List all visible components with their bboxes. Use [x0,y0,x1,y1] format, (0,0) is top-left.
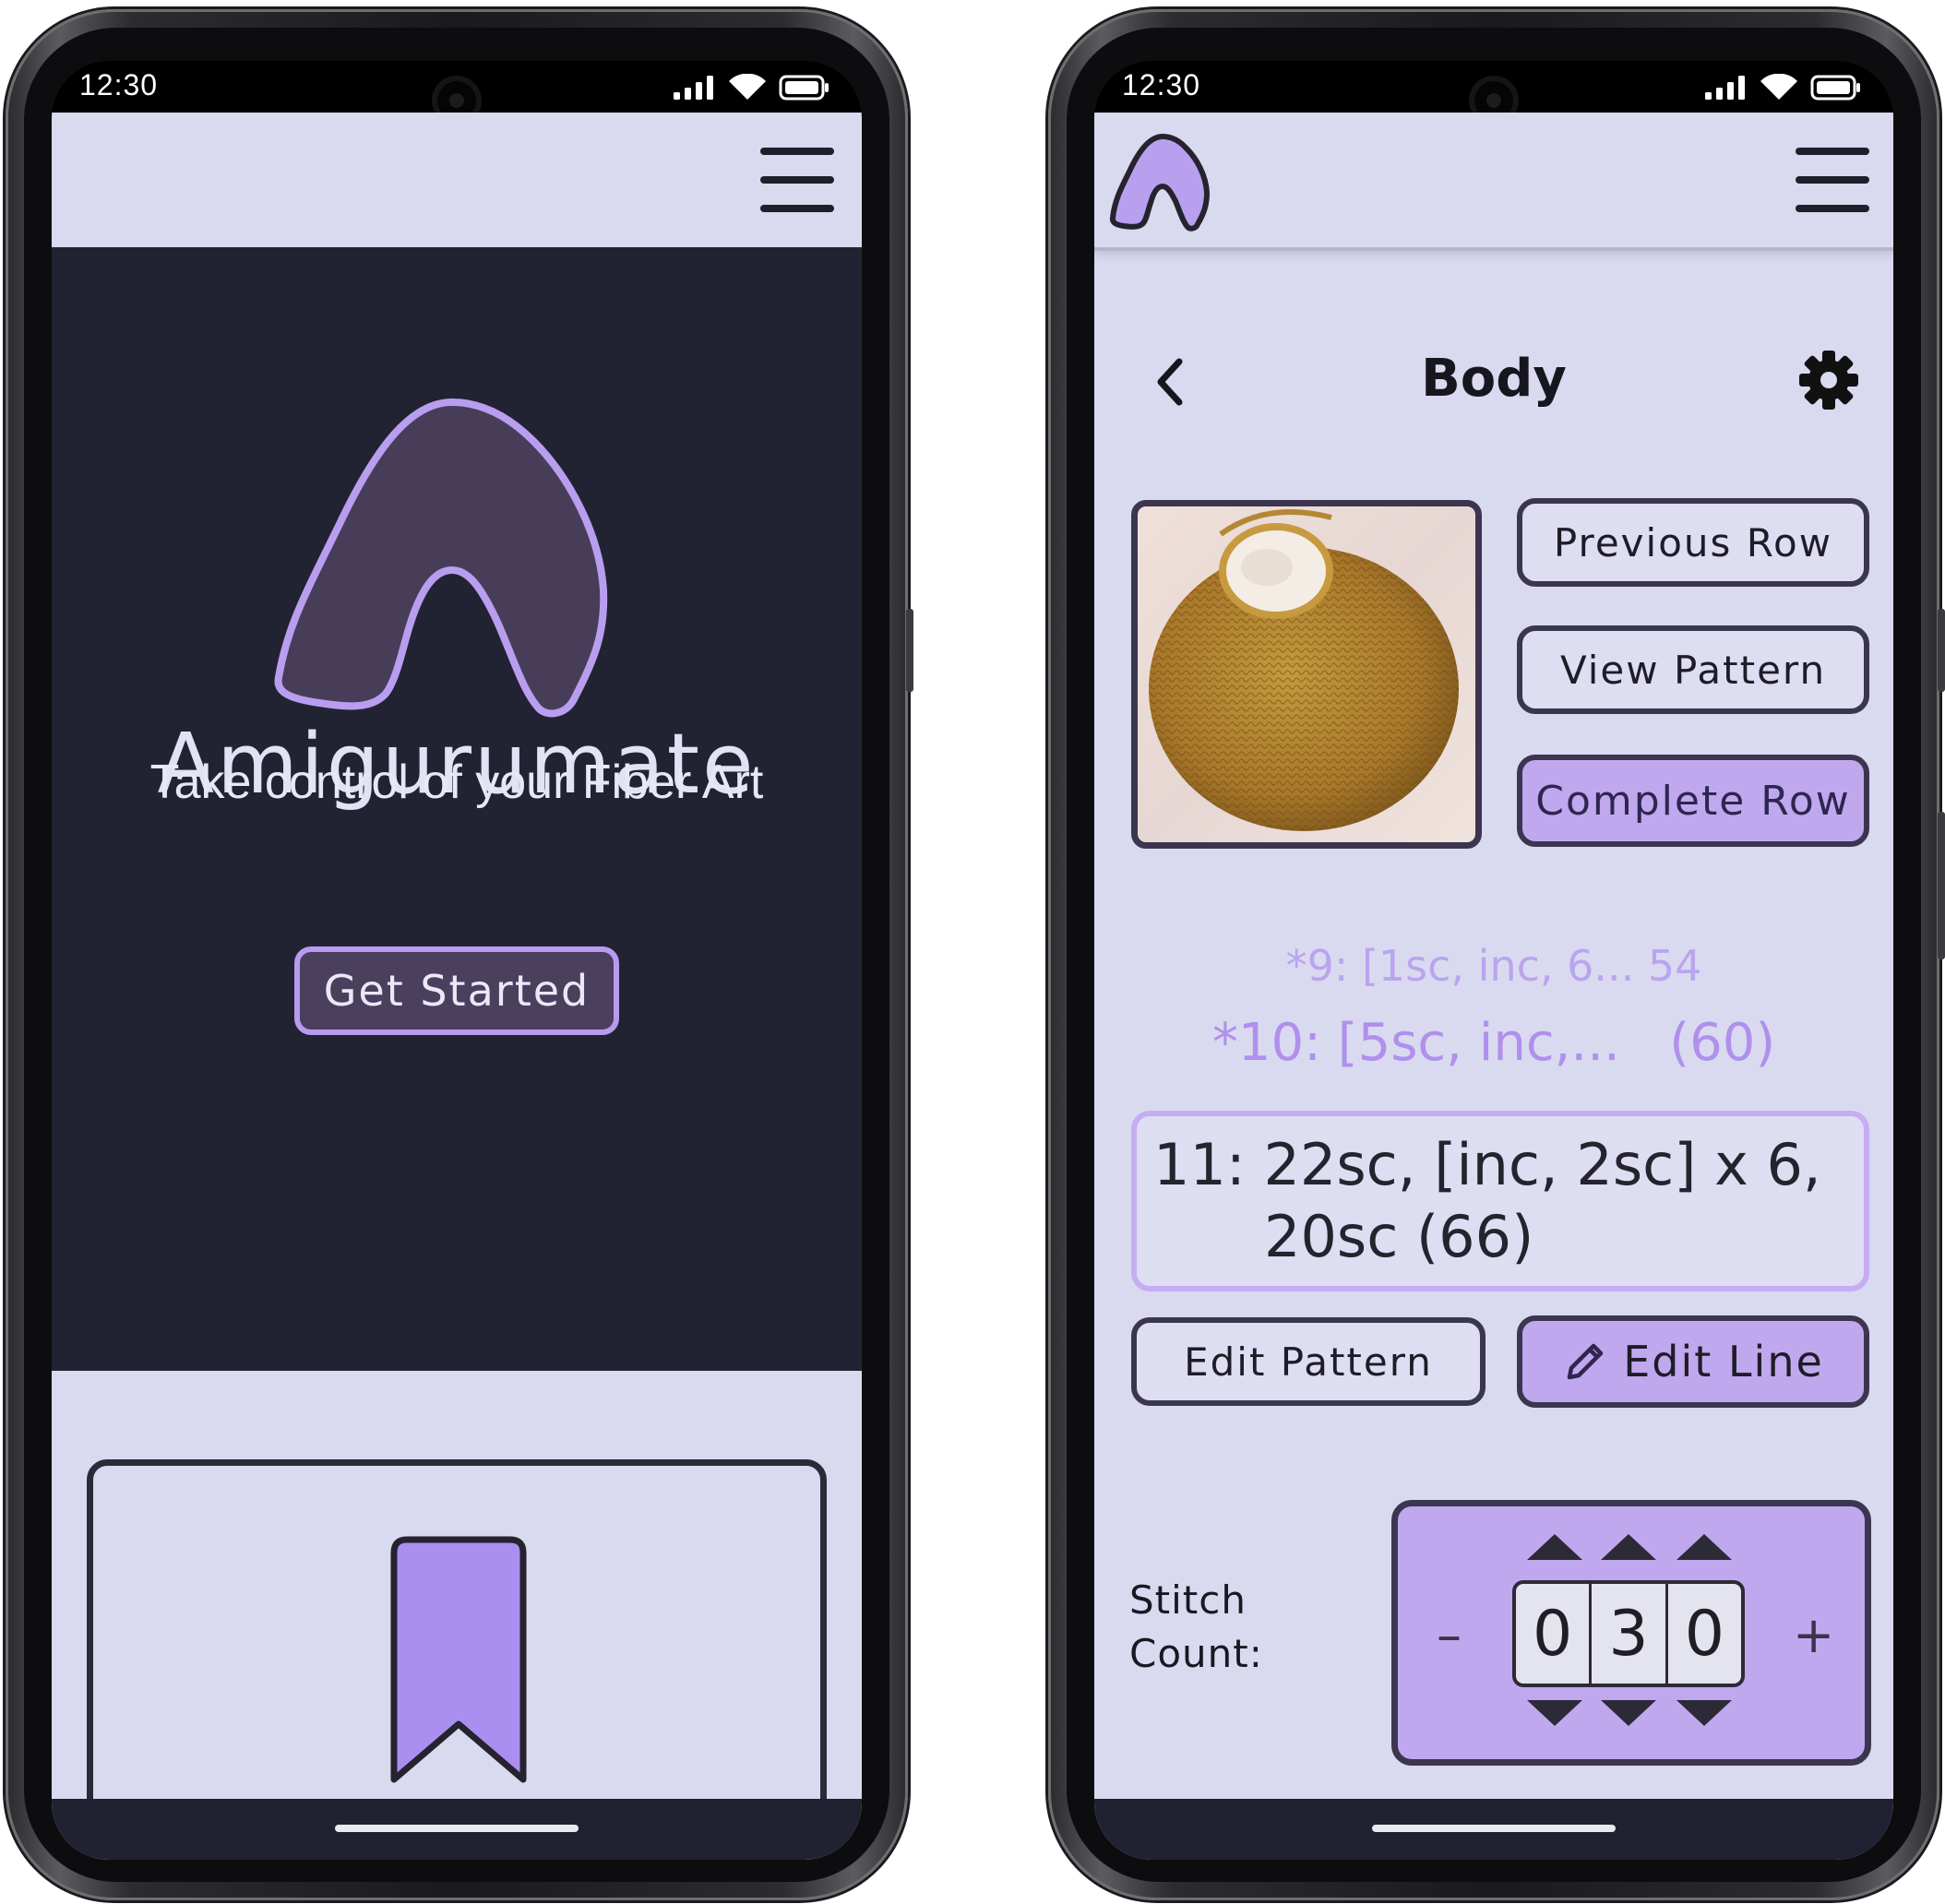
current-row-line-1: 11: 22sc, [inc, 2sc] x 6, [1153,1131,1821,1198]
edit-line-button[interactable]: Edit Line [1517,1315,1869,1408]
side-button [906,609,913,692]
wifi-icon [1760,74,1797,100]
volume-button [1938,812,1945,959]
system-nav-bar [52,1799,862,1860]
wifi-icon [729,74,766,100]
view-pattern-button[interactable]: View Pattern [1517,625,1869,714]
digit-2-increment-button[interactable] [1601,1534,1656,1560]
status-bar: 12:30 [52,61,862,125]
status-bar: 12:30 [1094,61,1893,125]
crochet-ball-image [1149,509,1459,831]
current-row-line-2: 20sc (66) [1264,1203,1534,1270]
get-started-button[interactable]: Get Started [294,946,619,1035]
settings-gear-icon[interactable] [1797,349,1860,411]
battery-icon [779,75,829,101]
stitch-counter: – 0 3 0 + [1391,1500,1871,1766]
complete-row-button[interactable]: Complete Row [1517,755,1869,847]
signal-icon [1705,76,1745,100]
page-header: Body [1094,338,1893,421]
logo-icon[interactable] [1109,131,1216,242]
side-button [1938,609,1945,692]
stitch-count-display: 0 3 0 [1512,1580,1745,1687]
edit-pattern-button[interactable]: Edit Pattern [1131,1317,1486,1406]
tagline: Take control of your Fiber Art [149,756,764,809]
edit-line-label: Edit Line [1623,1337,1824,1386]
digit-3-increment-button[interactable] [1677,1534,1732,1560]
home-gesture-pill[interactable] [335,1825,579,1832]
stitch-label-line-2: Count: [1129,1631,1263,1676]
stitch-count-label: Stitch Count: [1129,1574,1263,1681]
increment-button[interactable]: + [1793,1606,1834,1664]
page-title: Body [1421,349,1567,409]
top-app-bar [1094,113,1893,247]
digit-1-decrement-button[interactable] [1527,1700,1582,1726]
menu-icon[interactable] [760,146,834,214]
home-gesture-pill[interactable] [1372,1825,1616,1832]
left-phone-frame: 12:30 Amigurumate Take control of your F… [6,9,913,1900]
status-time: 12:30 [1122,68,1201,101]
decrement-button[interactable]: – [1437,1606,1462,1664]
stitch-digit: 0 [1684,1597,1724,1671]
digit-3-decrement-button[interactable] [1677,1700,1732,1726]
menu-icon[interactable] [1796,146,1869,214]
battery-icon [1810,75,1860,101]
stitch-digit: 0 [1516,1584,1593,1684]
row-tracker-screen: 12:30 Body Previous Row View Pattern Com… [1094,61,1893,1860]
stitch-label-line-1: Stitch [1129,1577,1247,1623]
welcome-screen: 12:30 Amigurumate Take control of your F… [52,61,862,1860]
previous-row-line: *9: [1sc, inc, 6... 54 [1285,941,1702,991]
pencil-icon [1567,1343,1604,1380]
feature-section [52,1371,862,1860]
digit-2-decrement-button[interactable] [1601,1700,1656,1726]
previous-row-button[interactable]: Previous Row [1517,498,1869,587]
last-row-line: *10: [5sc, inc,... (60) [1211,1013,1776,1073]
logo-icon [274,399,608,718]
system-nav-bar [1094,1799,1893,1860]
hero-section: Amigurumate Take control of your Fiber A… [52,247,862,1371]
right-phone-frame: 12:30 Body Previous Row View Pattern Com… [1048,9,1945,1900]
stitch-digit: 3 [1592,1584,1668,1684]
signal-icon [674,76,713,100]
status-time: 12:30 [79,68,159,101]
top-app-bar [52,113,862,247]
project-photo [1131,500,1482,849]
current-row-box[interactable]: 11: 22sc, [inc, 2sc] x 6, 20sc (66) [1131,1111,1869,1291]
digit-1-increment-button[interactable] [1527,1534,1582,1560]
bookmark-icon [390,1536,527,1783]
